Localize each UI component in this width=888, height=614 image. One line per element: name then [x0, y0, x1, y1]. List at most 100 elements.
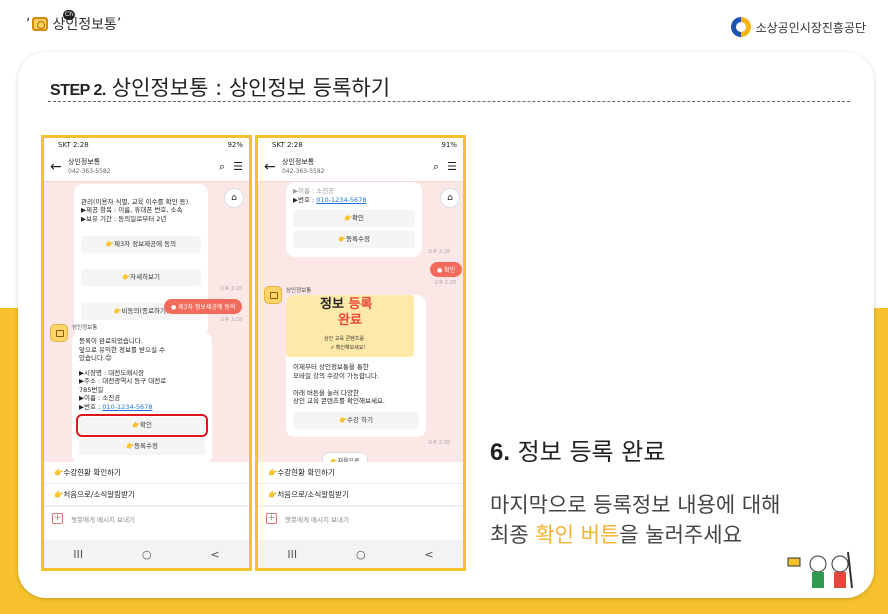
- channel-phone: 042-363-5582: [68, 167, 111, 175]
- search-icon[interactable]: ⌕: [433, 160, 439, 174]
- quick-reply-home[interactable]: 👉처음으로/소식알림받기: [258, 484, 463, 506]
- plus-icon[interactable]: +: [266, 513, 277, 524]
- recent-apps-icon[interactable]: III: [287, 548, 297, 561]
- status-carrier: SKT 2:28: [58, 141, 89, 149]
- take-course-button[interactable]: 👉수강 하기: [293, 411, 419, 429]
- bot-avatar-icon: [50, 324, 68, 342]
- phone-screenshot-2: SKT 2:28 91% ← 상인정보통 042-363-5582 ⌕ ☰ ▶이…: [255, 135, 466, 571]
- info-phone-label: ▶번호 :: [79, 402, 103, 411]
- chat-app-bar: ← 상인정보통 042-363-5582 ⌕ ☰: [258, 152, 463, 182]
- status-bar: SKT 2:28 92%: [44, 138, 249, 152]
- back-arrow-icon[interactable]: ←: [50, 159, 68, 175]
- step-title: 정보 등록 완료: [517, 438, 666, 466]
- user-reply-chip: ● 제3자 정보제공에 동의: [164, 299, 243, 314]
- menu-icon[interactable]: ☰: [233, 160, 243, 173]
- info-name: ▶이름 : 소진공: [79, 394, 121, 402]
- quick-reply-home[interactable]: 👉처음으로/소식알림받기: [44, 484, 249, 506]
- info-phone-row: ▶번호 : 010-1234-5678: [293, 196, 415, 205]
- chat-app-bar: ← 상인정보통 042-363-5582 ⌕ ☰: [44, 152, 249, 182]
- course-message: 정보 등록 완료 상인 교육 콘텐츠를 ➚ 확인해보세요! 이제부터 상인정보통…: [286, 295, 426, 437]
- message-input-placeholder[interactable]: 챗봇에게 메시지 보내기: [71, 514, 135, 524]
- previous-info-message: ▶이름 : 소진공 ▶번호 : 010-1234-5678 👉확인 👉등록수정: [286, 182, 422, 257]
- info-market: ▶시장명 : 대전도매시장: [79, 368, 145, 377]
- info-name: ▶이름 : 소진공: [293, 187, 335, 195]
- confirm-button[interactable]: 👉확인: [76, 414, 208, 437]
- android-nav-bar: III ○ <: [44, 540, 249, 568]
- edit-registration-button[interactable]: 👉등록수정: [293, 231, 415, 248]
- banner-word-info: 정보: [320, 297, 349, 312]
- chat-bottom-panel: 👉수강현황 확인하기 👉처음으로/소식알림받기 + 챗봇에게 메시지 보내기 I…: [44, 462, 249, 568]
- complete-text: 등록이 완료되었습니다. 앞으로 유익한 정보를 받으실 수 있습니다.😊: [79, 337, 166, 362]
- back-arrow-icon[interactable]: ←: [264, 159, 282, 175]
- channel-phone: 042-363-5582: [282, 167, 325, 175]
- banner-subtext-1: 상인 교육 콘텐츠를: [324, 336, 364, 342]
- back-icon[interactable]: <: [210, 548, 219, 561]
- detail-button[interactable]: 👉자세히보기: [81, 269, 201, 286]
- page-title-text: 상인정보통 : 상인정보 등록하기: [111, 76, 391, 100]
- info-address: ▶주소 : 대전광역시 동구 대전로 785번길: [79, 377, 167, 394]
- sender-name: 상인정보통: [72, 325, 98, 331]
- channel-name: 상인정보통: [282, 157, 315, 166]
- agree-button[interactable]: 👉제3자 정보제공에 동의: [81, 235, 201, 253]
- description-line-2-pre: 최종: [490, 523, 536, 547]
- description-line-2-post: 을 눌러주세요: [619, 523, 742, 547]
- registration-complete-banner: 정보 등록 완료 상인 교육 콘텐츠를 ➚ 확인해보세요!: [286, 295, 426, 359]
- search-icon[interactable]: ⌕: [219, 160, 225, 174]
- info-phone-row: ▶번호 : 010-1234-5678: [79, 403, 205, 412]
- status-battery: 92%: [227, 141, 243, 149]
- banner-word-register: 등록: [348, 297, 373, 312]
- status-battery: 91%: [441, 141, 457, 149]
- camera-icon: [32, 17, 49, 31]
- channel-info: 상인정보통 042-363-5582: [282, 158, 425, 176]
- timestamp: 오후 2:28: [220, 317, 243, 323]
- step-heading: 6. 정보 등록 완료: [490, 432, 665, 467]
- banner-subtext-2: ➚ 확인해보세요!: [330, 345, 366, 351]
- share-icon[interactable]: ⌂: [440, 188, 460, 208]
- title-divider: [48, 101, 850, 102]
- mascot-illustration: [787, 551, 853, 589]
- phone-screenshot-1: SKT 2:28 92% ← 상인정보통 042-363-5582 ⌕ ☰ 관리…: [41, 135, 252, 571]
- message-input-row[interactable]: + 챗봇에게 메시지 보내기: [44, 506, 249, 530]
- agency-emblem-icon: [730, 17, 751, 37]
- course-message-text: 이제부터 상인정보통을 통한 모바일 강의 수강이 가능합니다. 아래 버튼을 …: [293, 363, 385, 405]
- info-phone-link[interactable]: 010-1234-5678: [102, 403, 152, 411]
- page-title: STEP 2. 상인정보통 : 상인정보 등록하기: [50, 72, 390, 102]
- plus-icon[interactable]: +: [52, 513, 63, 524]
- banner-word-complete: 완료: [338, 313, 362, 328]
- status-bar: SKT 2:28 91%: [258, 138, 463, 152]
- description-line-2: 최종 확인 버튼을 눌러주세요: [490, 520, 781, 550]
- recent-apps-icon[interactable]: III: [73, 548, 83, 561]
- info-phone-link[interactable]: 010-1234-5678: [316, 196, 366, 204]
- android-nav-bar: III ○ <: [258, 540, 463, 568]
- menu-icon[interactable]: ☰: [447, 160, 457, 173]
- step-label: STEP 2.: [50, 82, 106, 99]
- status-carrier: SKT 2:28: [272, 141, 303, 149]
- timestamp: 오후 2:28: [220, 286, 243, 292]
- share-icon[interactable]: ⌂: [224, 188, 244, 208]
- user-reply-chip: ● 확인: [430, 262, 463, 277]
- description-accent: 확인 버튼: [535, 523, 620, 547]
- confirm-button[interactable]: 👉확인: [293, 210, 415, 227]
- message-input-row[interactable]: + 챗봇에게 메시지 보내기: [258, 506, 463, 530]
- quick-reply-status[interactable]: 👉수강현황 확인하기: [258, 462, 463, 484]
- home-icon[interactable]: ○: [142, 548, 152, 561]
- info-phone-label: ▶번호 :: [293, 195, 317, 204]
- registration-complete-message: 등록이 완료되었습니다. 앞으로 유익한 정보를 받으실 수 있습니다.😊 ▶시…: [72, 332, 212, 464]
- consent-text: 관리(이용자 식별, 교육 이수를 확인 등) ▶제공 항목 : 이름, 휴대폰…: [81, 197, 189, 223]
- message-input-placeholder[interactable]: 챗봇에게 메시지 보내기: [285, 514, 349, 524]
- chat-bottom-panel: 👉수강현황 확인하기 👉처음으로/소식알림받기 + 챗봇에게 메시지 보내기 I…: [258, 462, 463, 568]
- timestamp: 오후 2:28: [434, 280, 457, 286]
- timestamp: 오후 2:28: [428, 249, 451, 255]
- agency-logo: 소상공인시장진흥공단: [730, 17, 866, 37]
- brand-logo: ‘ 상인정보통 ’ Ch: [26, 10, 122, 33]
- channel-name: 상인정보통: [68, 157, 101, 166]
- home-icon[interactable]: ○: [356, 548, 366, 561]
- step-description: 마지막으로 등록정보 내용에 대해 최종 확인 버튼을 눌러주세요: [490, 490, 781, 550]
- back-icon[interactable]: <: [424, 548, 433, 561]
- step-number: 6.: [490, 439, 511, 466]
- channel-info: 상인정보통 042-363-5582: [68, 158, 211, 176]
- edit-registration-button[interactable]: 👉등록수정: [79, 438, 205, 455]
- sender-name: 상인정보통: [286, 288, 312, 294]
- brand-badge: Ch: [63, 10, 75, 20]
- quick-reply-status[interactable]: 👉수강현황 확인하기: [44, 462, 249, 484]
